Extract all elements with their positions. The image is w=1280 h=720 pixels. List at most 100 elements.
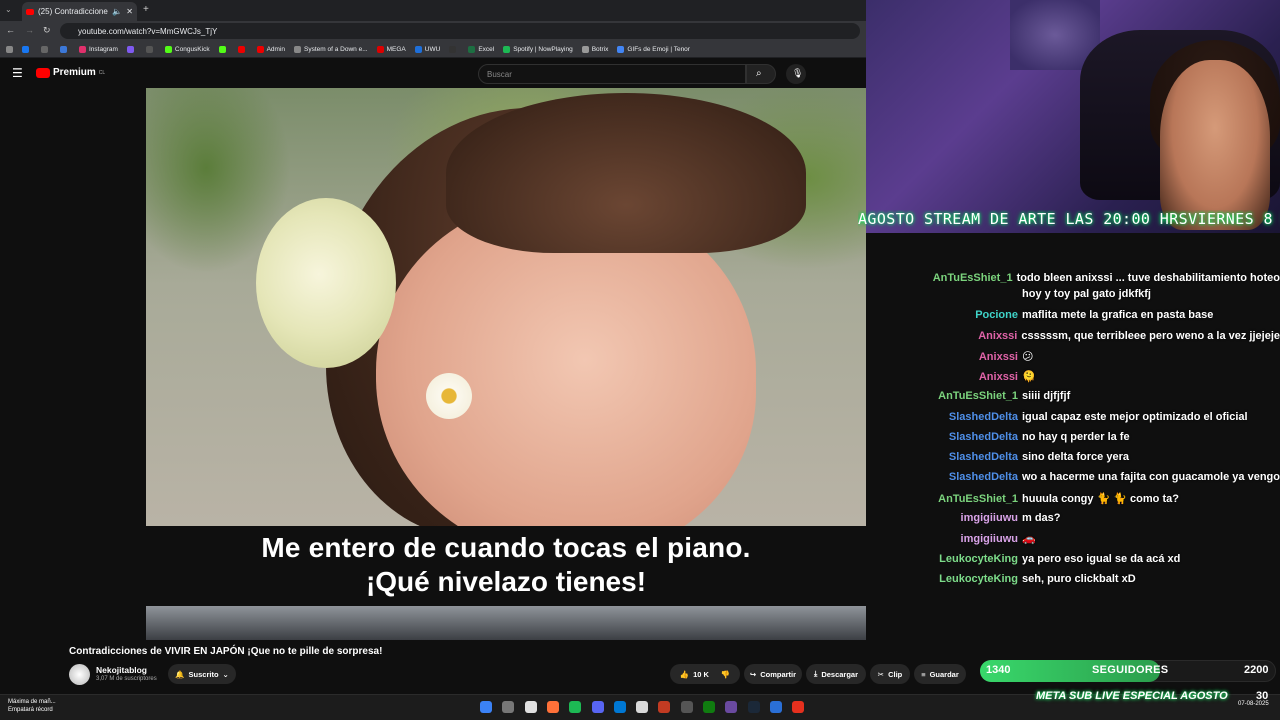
taskbar-app-icon[interactable] xyxy=(725,701,738,713)
apps-icon[interactable] xyxy=(6,45,13,53)
bookmark-item[interactable]: Admin xyxy=(256,45,286,53)
bookmark-item[interactable]: Excel xyxy=(468,45,494,53)
bookmark-item[interactable]: UWU xyxy=(414,45,440,53)
download-button[interactable]: ⤓ Descargar xyxy=(806,664,866,684)
chat-username[interactable]: Anixssi xyxy=(880,371,1022,383)
bookmark-item[interactable]: Instagram xyxy=(79,45,118,53)
menu-icon[interactable]: ☰ xyxy=(12,66,23,80)
subscribed-button[interactable]: 🔔 Suscrito ⌄ xyxy=(168,664,236,684)
chat-username[interactable]: imgigiiuwu xyxy=(880,512,1022,524)
video-person-bangs xyxy=(446,93,806,253)
taskbar-app-icon[interactable] xyxy=(658,701,671,713)
download-label: Descargar xyxy=(821,669,859,679)
tab-search-icon[interactable]: ⌄ xyxy=(5,5,12,14)
clip-button[interactable]: ✂ Clip xyxy=(870,664,910,684)
chat-username[interactable]: Anixssi xyxy=(880,330,1021,342)
bookmark-item[interactable]: Botrix xyxy=(581,45,608,53)
channel-name[interactable]: Nekojitablog xyxy=(96,665,147,675)
chat-username[interactable]: SlashedDelta xyxy=(880,451,1022,463)
clock[interactable]: 07-08-2025 xyxy=(1238,700,1269,708)
taskbar-app-icon[interactable] xyxy=(747,701,760,713)
bookmark-item[interactable]: Spotify | NowPlaying xyxy=(503,45,573,53)
channel-avatar[interactable] xyxy=(69,664,90,685)
share-icon: ↪ xyxy=(749,669,757,679)
taskbar-app-icon[interactable] xyxy=(636,701,649,713)
bookmark-item[interactable] xyxy=(22,45,32,53)
chat-username[interactable]: AnTuEsShiet_1 xyxy=(880,493,1022,505)
bookmark-label: Spotify | NowPlaying xyxy=(513,45,573,53)
search-button[interactable]: ⌕ xyxy=(746,64,776,84)
bookmark-item[interactable] xyxy=(218,45,229,53)
address-bar[interactable]: youtube.com/watch?v=MmGWCJs_TjY xyxy=(60,23,860,39)
bookmark-item[interactable]: MEGA xyxy=(376,45,406,53)
youtube-logo[interactable]: Premium CL xyxy=(36,67,105,78)
bookmark-item[interactable]: System of a Down e... xyxy=(294,45,368,53)
chat-username[interactable]: imgigiiuwu xyxy=(880,533,1022,545)
sub-goal-label: META SUB LIVE ESPECIAL AGOSTO xyxy=(1036,690,1228,702)
chat-username[interactable]: LeukocyteKing xyxy=(880,573,1022,585)
bookmark-item[interactable] xyxy=(145,45,156,53)
taskbar-app-icon[interactable] xyxy=(613,701,626,713)
bookmark-item[interactable] xyxy=(237,45,248,53)
reload-icon[interactable]: ↻ xyxy=(43,25,51,36)
taskbar-app-icon[interactable] xyxy=(769,701,782,713)
followers-target: 2200 xyxy=(1244,664,1269,676)
windows-start-icon[interactable] xyxy=(480,701,492,713)
close-tab-icon[interactable]: ✕ xyxy=(126,7,133,16)
mute-icon[interactable]: 🔈 xyxy=(112,7,122,16)
taskbar-app-icon[interactable] xyxy=(569,701,582,713)
search-input[interactable]: Buscar xyxy=(478,64,746,84)
bookmark-label: Admin xyxy=(266,45,286,53)
taskbar-app-icon[interactable] xyxy=(524,701,537,713)
logo-text: Premium xyxy=(53,67,96,78)
back-icon[interactable]: ← xyxy=(6,25,15,35)
like-button[interactable]: 👍 10 K 👎 xyxy=(670,664,740,684)
bookmark-item[interactable] xyxy=(126,45,137,53)
bookmark-favicon-icon xyxy=(145,45,153,53)
bookmark-label: CongusKick xyxy=(174,45,210,53)
bookmarks-bar: Instagram CongusKick Admin System of a Down… xyxy=(0,41,866,58)
chat-username[interactable]: SlashedDelta xyxy=(880,431,1022,443)
chat-username[interactable]: AnTuEsShiet_1 xyxy=(880,272,1017,284)
voice-search-button[interactable]: 🎙 xyxy=(786,64,806,84)
chat-message: SlashedDelta wo a hacerme una fajita con … xyxy=(880,471,1280,489)
search-placeholder: Buscar xyxy=(487,69,512,79)
chat-username[interactable]: LeukocyteKing xyxy=(880,553,1022,565)
chevron-down-icon: ⌄ xyxy=(222,669,229,679)
video-player[interactable] xyxy=(146,88,866,526)
browser-tab-active[interactable]: (25) Contradicciones de VIVI... 🔈 ✕ xyxy=(22,2,137,21)
taskbar-app-icon[interactable] xyxy=(680,701,693,713)
bookmark-item[interactable] xyxy=(41,45,51,53)
taskbar-app-icon[interactable] xyxy=(703,701,715,713)
taskbar-app-icon[interactable] xyxy=(546,701,559,713)
daisy-earring xyxy=(426,373,472,419)
share-button[interactable]: ↪ Compartir xyxy=(744,664,802,684)
chat-username[interactable]: Anixssi xyxy=(880,351,1022,363)
new-tab-button[interactable]: + xyxy=(143,4,149,15)
chat-message: SlashedDelta igual capaz este mejor optim… xyxy=(880,411,1280,429)
bookmark-label: MEGA xyxy=(386,45,406,53)
dislike-icon[interactable]: 👎 xyxy=(721,670,730,679)
streamer xyxy=(1160,60,1270,230)
taskbar-app-icon[interactable] xyxy=(502,701,515,713)
chat-message: Anixssi 🫠 xyxy=(880,370,1280,388)
forward-icon[interactable]: → xyxy=(25,25,34,35)
bookmark-favicon-icon xyxy=(294,45,302,53)
save-button[interactable]: ≡ Guardar xyxy=(914,664,966,684)
bookmark-item[interactable]: GIFs de Emoji | Tenor xyxy=(617,45,690,53)
chat-text: seh, puro clickbalt xD xyxy=(1022,573,1136,585)
bookmark-item[interactable]: CongusKick xyxy=(164,45,210,53)
chat-username[interactable]: Pocione xyxy=(880,309,1022,321)
chat-text: csssssm, que terribleee pero weno a la v… xyxy=(1021,330,1280,342)
chat-message: SlashedDelta sino delta force yera xyxy=(880,451,1280,469)
bookmark-item[interactable] xyxy=(449,45,459,53)
chat-username[interactable]: SlashedDelta xyxy=(880,471,1022,483)
weather-widget[interactable]: Máxima de mañ... Empatará récord xyxy=(8,698,56,714)
bookmark-item[interactable] xyxy=(60,45,70,53)
chat-username[interactable]: SlashedDelta xyxy=(880,411,1022,423)
taskbar-app-icon[interactable] xyxy=(591,701,604,713)
chat-username[interactable]: AnTuEsShiet_1 xyxy=(880,390,1022,402)
stream-chat: AnTuEsShiet_1 todo bleen anixssi ... tuve… xyxy=(880,272,1280,592)
taskbar-app-icon[interactable] xyxy=(792,701,805,713)
chat-text: ya pero eso igual se da acá xd xyxy=(1022,553,1181,565)
